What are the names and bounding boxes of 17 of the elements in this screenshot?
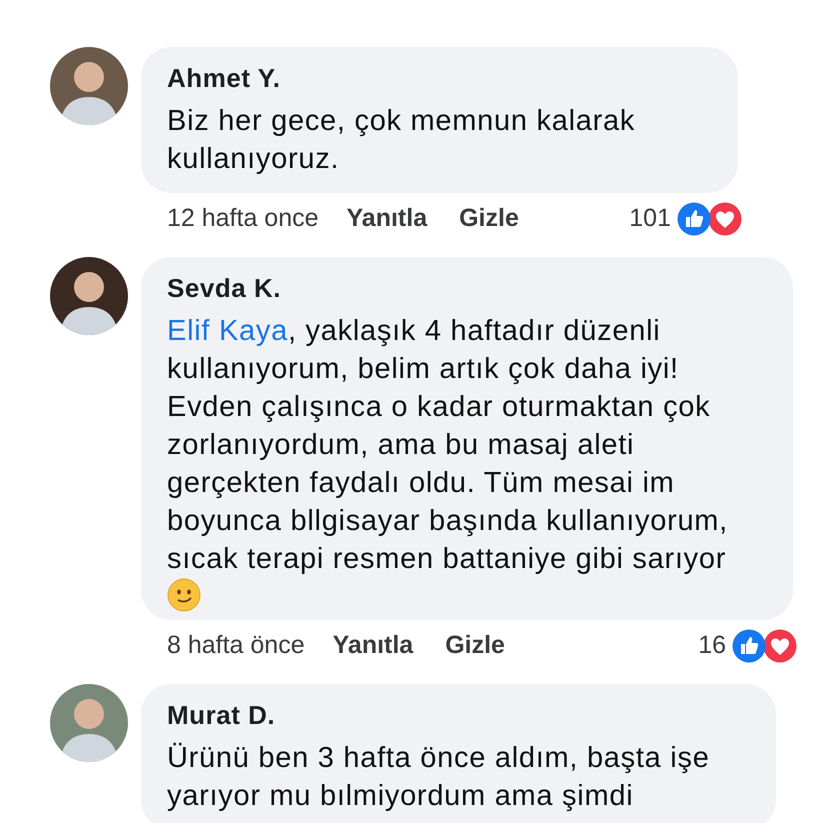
author-name[interactable]: Ahmet Y. [167, 63, 712, 93]
action-link[interactable]: Gizle [459, 200, 519, 238]
action-link[interactable]: Gizle [445, 627, 505, 665]
author-name[interactable]: Sevda K. [167, 273, 767, 303]
timestamp: 8 hafta önce [167, 630, 305, 662]
like-icon[interactable] [732, 629, 766, 663]
author-name[interactable]: Murat D. [167, 700, 750, 730]
reaction-count[interactable]: 16 [698, 627, 726, 665]
action-link[interactable]: Yanıtla [346, 200, 428, 238]
like-icon[interactable] [677, 202, 711, 236]
action-link[interactable]: Yanıtla [332, 627, 414, 665]
reaction-count[interactable]: 101 [629, 200, 671, 238]
mention-link[interactable]: Elif Kaya [167, 315, 288, 347]
comment-text: Elif Kaya, yaklaşık 4 haftadır düzenli kullanıyorum, belim artık çok daha iyi! Evden çalışınca o kadar oturmaktan çok zorlanıyordum, ama bu masaj aleti gerçekten faydalı oldu. Tüm mesai im boyunca bllgisayar başında kullanıyorum, sıcak terapi resmen battaniye gibi sarıyor [167, 314, 729, 577]
comment-text: Biz her gece, çok memnun kalarak kullanıyoruz. [167, 104, 636, 177]
comment-text: Ürünü ben 3 hafta önce aldım, başta işe yarıyor mu bılmiyordum ama şimdi [167, 741, 711, 814]
timestamp: 12 hafta once [167, 203, 319, 234]
